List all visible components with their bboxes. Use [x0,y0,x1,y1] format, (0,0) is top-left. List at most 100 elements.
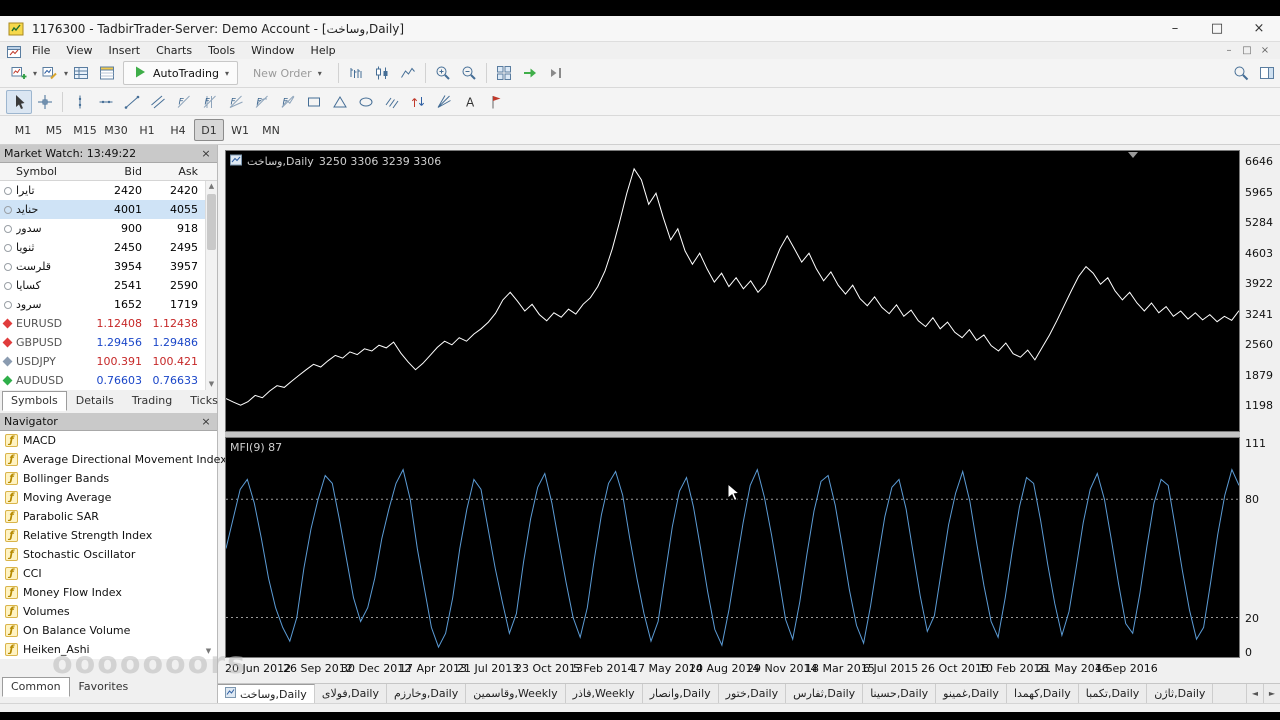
table-row-سرود[interactable]: سرود 1652 1719 [0,295,217,314]
list-item-on-balance-volume[interactable]: ƒ On Balance Volume [0,621,217,640]
triangle-tool[interactable] [327,90,353,114]
timeframe-h1[interactable]: H1 [132,119,162,141]
list-item-volumes[interactable]: ƒ Volumes [0,602,217,621]
chart-tab-9[interactable]: غمينو,Daily [936,684,1007,703]
channel-tool[interactable] [145,90,171,114]
column-symbol[interactable]: Symbol [16,165,96,178]
tab-details[interactable]: Details [67,391,123,411]
table-row-EURUSD[interactable]: EURUSD 1.12408 1.12438 [0,314,217,333]
close-button[interactable]: × [1238,16,1280,41]
chart-shift-marker[interactable] [1128,152,1138,158]
timeframe-m15[interactable]: M15 [70,119,100,141]
chart-tab-10[interactable]: كهمدا,Daily [1007,684,1079,703]
child-close-button[interactable]: × [1256,45,1274,56]
ellipse-tool[interactable] [353,90,379,114]
price-chart[interactable] [225,151,1240,431]
cursor-tool[interactable] [6,89,32,114]
zoom-out-button[interactable] [456,61,482,85]
child-restore-button[interactable]: □ [1238,45,1256,56]
bar-chart-button[interactable] [343,61,369,85]
mfi-indicator-pane[interactable] [225,437,1240,658]
chart-tab-2[interactable]: وخارزم,Daily [387,684,467,703]
tab-common[interactable]: Common [2,677,70,697]
table-row-قلرست[interactable]: قلرست 3954 3957 [0,257,217,276]
column-bid[interactable]: Bid [96,165,148,178]
chart-tab-3[interactable]: وقاسمين,Weekly [466,684,566,703]
line-chart-button[interactable] [395,61,421,85]
child-minimize-button[interactable]: – [1220,45,1238,56]
trendline-tool[interactable] [119,90,145,114]
column-ask[interactable]: Ask [148,165,204,178]
list-item-parabolic-sar[interactable]: ƒ Parabolic SAR [0,507,217,526]
fibonacci-fan-tool[interactable]: F [223,90,249,114]
timeframe-w1[interactable]: W1 [225,119,255,141]
layout-button[interactable] [1254,61,1280,85]
anchor-tool[interactable] [483,90,509,114]
market-watch-button[interactable] [68,61,94,85]
menu-item-window[interactable]: Window [243,42,302,59]
chart-tab-7[interactable]: ثفارس,Daily [786,684,864,703]
tab-scroll-left-icon[interactable]: ◄ [1246,684,1263,703]
auto-scroll-button[interactable] [517,61,543,85]
chart-tab-0[interactable]: وساخت,Daily [218,684,315,703]
navigator-scroll-down-icon[interactable]: ▼ [202,645,215,658]
chart-tab-4[interactable]: فاذر,Weekly [566,684,643,703]
timeframe-h4[interactable]: H4 [163,119,193,141]
table-row-تايرا[interactable]: تايرا 2420 2420 [0,181,217,200]
arrows-tool[interactable] [405,90,431,114]
zoom-in-button[interactable] [430,61,456,85]
tab-symbols[interactable]: Symbols [2,391,67,411]
chart-tab-6[interactable]: ختور,Daily [719,684,787,703]
chart-tab-11[interactable]: تكمبا,Daily [1079,684,1148,703]
tab-ticks[interactable]: Ticks [181,391,227,411]
timeframe-d1[interactable]: D1 [194,119,224,141]
data-window-button[interactable] [94,61,120,85]
chart-tab-12[interactable]: ثاژن,Daily [1147,684,1214,703]
text-tool[interactable]: A [457,90,483,114]
list-item-stochastic-oscillator[interactable]: ƒ Stochastic Oscillator [0,545,217,564]
menu-item-help[interactable]: Help [303,42,344,59]
search-button[interactable] [1228,61,1254,85]
table-row-سدور[interactable]: سدور 900 918 [0,219,217,238]
table-row-حنايد[interactable]: حنايد 4001 4055 [0,200,217,219]
timeframe-m30[interactable]: M30 [101,119,131,141]
chart-tab-1[interactable]: فولاى,Daily [315,684,387,703]
list-item-relative-strength-index[interactable]: ƒ Relative Strength Index [0,526,217,545]
candlestick-button[interactable] [369,61,395,85]
fibonacci-retracement-tool[interactable]: F [171,90,197,114]
list-item-moving-average[interactable]: ƒ Moving Average [0,488,217,507]
timeframe-m1[interactable]: M1 [8,119,38,141]
scroll-down-icon[interactable]: ▼ [206,379,217,390]
new-order-button[interactable]: New Order ▾ [244,61,331,85]
list-item-macd[interactable]: ƒ MACD [0,431,217,450]
menu-item-insert[interactable]: Insert [101,42,149,59]
table-row-USDJPY[interactable]: USDJPY 100.391 100.421 [0,352,217,371]
list-item-bollinger-bands[interactable]: ƒ Bollinger Bands [0,469,217,488]
table-row-GBPUSD[interactable]: GBPUSD 1.29456 1.29486 [0,333,217,352]
chart-tab-5[interactable]: وانصار,Daily [643,684,719,703]
vertical-line-tool[interactable] [67,90,93,114]
menu-item-charts[interactable]: Charts [148,42,200,59]
fibonacci-arc-tool[interactable]: F [249,90,275,114]
maximize-button[interactable]: □ [1196,16,1238,41]
parallel-lines-tool[interactable] [379,90,405,114]
chart-tab-8[interactable]: حسينا,Daily [863,684,937,703]
tab-scroll-right-icon[interactable]: ► [1263,684,1280,703]
rectangle-tool[interactable] [301,90,327,114]
tab-trading[interactable]: Trading [123,391,181,411]
pitchfork-tool[interactable] [431,90,457,114]
list-item-average-directional-movement-index[interactable]: ƒ Average Directional Movement Index [0,450,227,469]
mfi-chart[interactable] [225,438,1240,657]
fibonacci-expansion-tool[interactable]: F [275,90,301,114]
price-chart-pane[interactable] [225,150,1240,432]
close-icon[interactable]: × [199,147,213,160]
new-chart-button[interactable] [6,61,32,85]
autotrading-button[interactable]: AutoTrading ▾ [123,61,238,85]
menu-item-tools[interactable]: Tools [200,42,243,59]
chart-shift-button[interactable] [543,61,569,85]
table-row-ثنويا[interactable]: ثنويا 2450 2495 [0,238,217,257]
timeframe-m5[interactable]: M5 [39,119,69,141]
tile-windows-button[interactable] [491,61,517,85]
list-item-cci[interactable]: ƒ CCI [0,564,217,583]
fibonacci-timezones-tool[interactable]: F [197,90,223,114]
